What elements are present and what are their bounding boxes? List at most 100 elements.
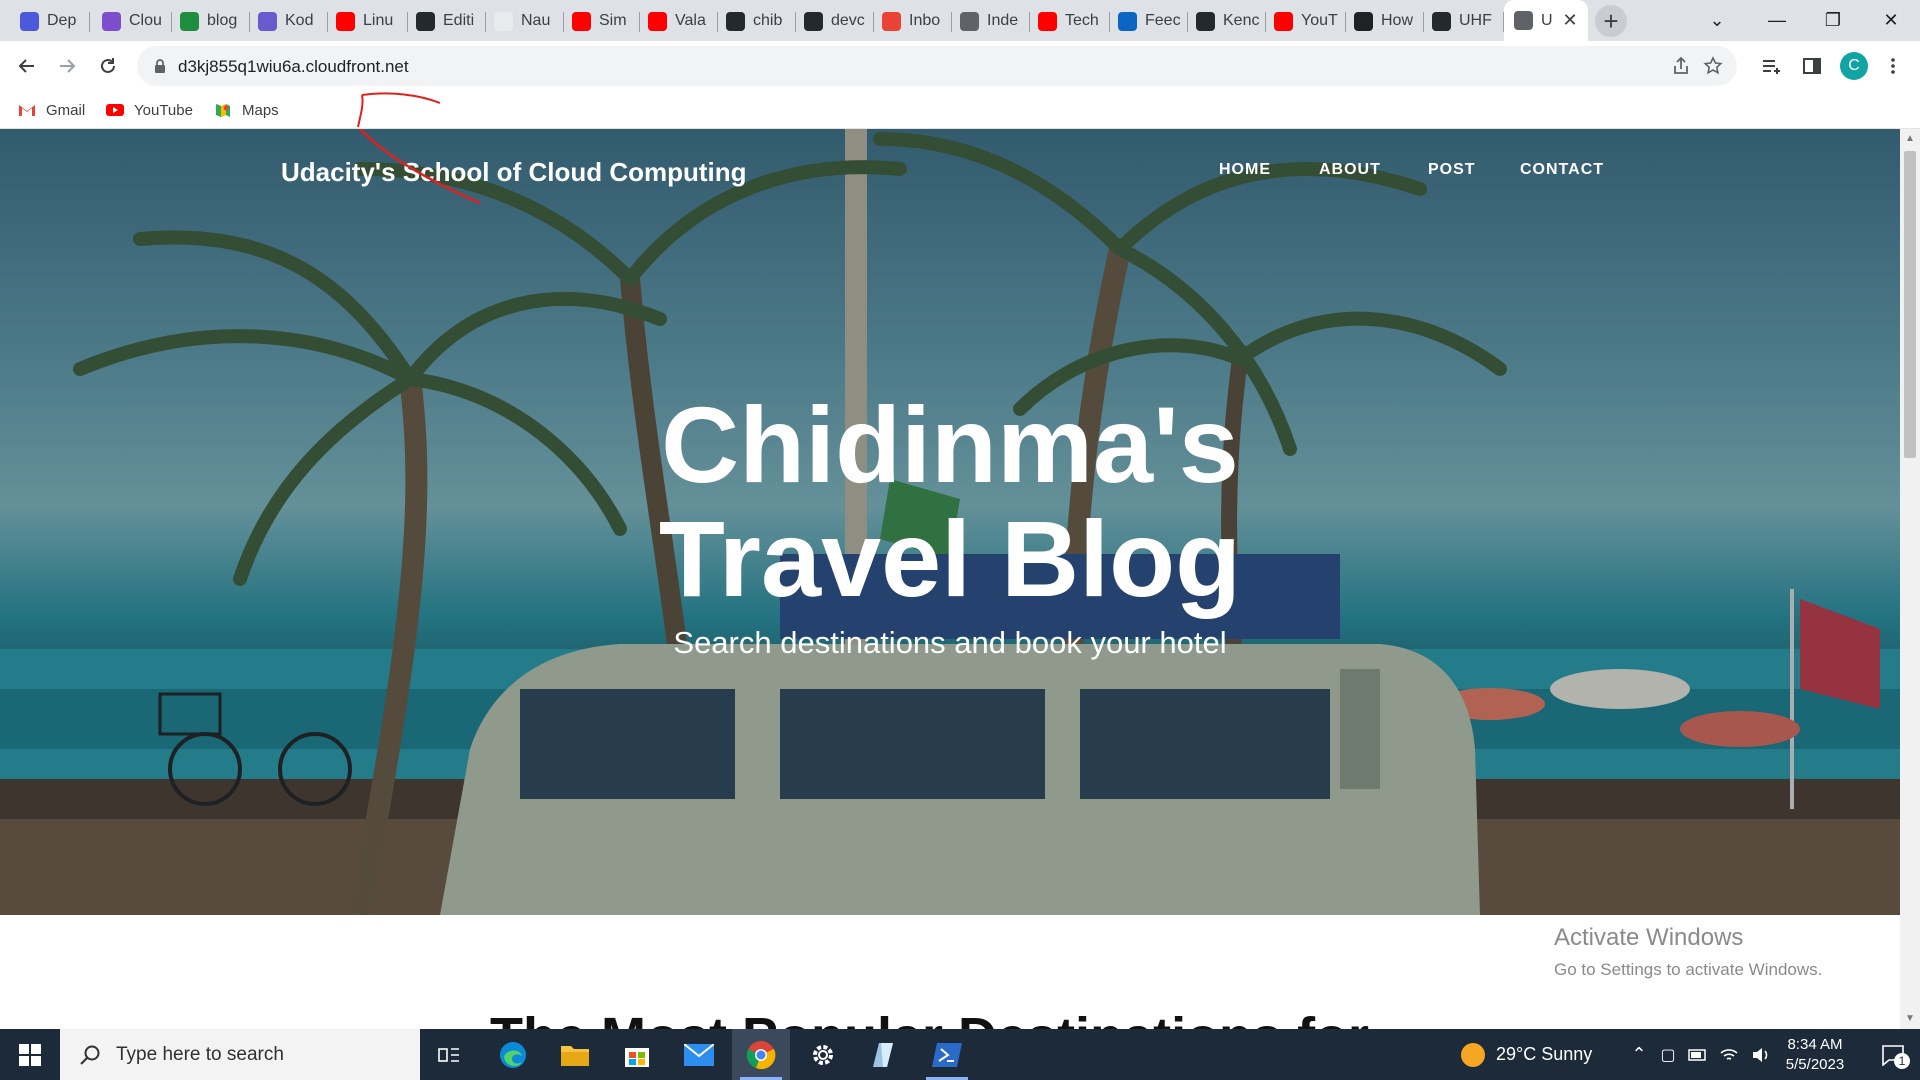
blog-icon [180,11,199,31]
tab-label: Nau [521,12,551,29]
taskbar-settings[interactable] [794,1029,852,1080]
bookmark-label: YouTube [134,101,193,119]
browser-tab[interactable]: UHF [1424,6,1504,36]
bookmark-youtube[interactable]: YouTube [106,99,193,121]
taskbar-notes-app[interactable] [856,1029,914,1080]
close-window-button[interactable]: ✕ [1864,0,1918,41]
browser-tab[interactable]: Clou [94,6,172,36]
browser-tab[interactable]: blog [172,6,250,36]
new-tab-button[interactable]: + [1595,5,1627,37]
browser-tab[interactable]: Tech [1030,6,1110,36]
browser-tab[interactable]: Editi [408,6,486,36]
bookmark-gmail[interactable]: Gmail [18,99,85,121]
github-icon [726,11,745,31]
browser-tab[interactable]: Sim [564,6,640,36]
taskbar-edge[interactable] [484,1029,542,1080]
vertical-scrollbar[interactable]: ▲ ▼ [1900,129,1920,1029]
browser-toolbar: d3kj855q1wiu6a.cloudfront.net C [0,41,1920,91]
task-view-button[interactable] [420,1029,478,1080]
browser-tab[interactable]: Feec [1110,6,1188,36]
bookmark-star-button[interactable] [1702,55,1724,77]
weather-widget[interactable]: 29°C Sunny [1460,1029,1592,1080]
browser-tab[interactable]: Dep [12,6,90,36]
github-icon [1432,11,1451,31]
tab-label: Vala [675,12,706,29]
browser-tab[interactable]: Inbo [874,6,952,36]
notes-app-icon [873,1042,893,1067]
reload-icon [101,58,115,73]
red-arrow-annotation-tail [358,129,481,205]
menu-button[interactable] [1876,49,1910,83]
udacity-icon [20,11,39,31]
nav-home[interactable]: HOME [1219,161,1271,179]
side-panel-button[interactable] [1795,49,1829,83]
taskbar-chrome[interactable] [732,1029,790,1080]
hero-section: Udacity's School of Cloud Computing HOME… [0,129,1900,915]
browser-tab[interactable]: Kenc [1188,6,1266,36]
scrollbar-thumb[interactable] [1904,151,1916,458]
start-button[interactable] [0,1029,60,1080]
share-button[interactable] [1670,55,1692,77]
taskbar-store[interactable] [608,1029,666,1080]
youtube-icon [106,104,124,116]
close-tab-icon[interactable]: ✕ [1560,10,1580,30]
scroll-up-arrow-icon[interactable]: ▲ [1904,133,1916,145]
browser-tab[interactable]: Inde [952,6,1030,36]
profile-avatar[interactable]: C [1840,52,1868,80]
tab-label: chib [753,12,783,29]
activate-windows-watermark: Activate Windows Go to Settings to activ… [1554,924,1822,980]
section-heading-text: The Most Popular Destinations for Solo [490,1007,1470,1029]
search-placeholder: Type here to search [116,1043,284,1065]
forward-button[interactable] [50,49,84,83]
device-icon[interactable]: ▢ [1653,1045,1683,1065]
reload-button[interactable] [91,49,125,83]
notification-center-button[interactable]: 1 [1866,1029,1920,1080]
battery-icon[interactable] [1688,1048,1708,1062]
browser-tab[interactable]: How [1346,6,1424,36]
wifi-icon[interactable] [1719,1047,1739,1063]
system-clock[interactable]: 8:34 AM 5/5/2023 [1770,1035,1860,1075]
github-icon [804,11,823,31]
browser-tab[interactable]: Nau [486,6,564,36]
gmail-icon [19,105,35,116]
browser-tab[interactable]: Kod [250,6,328,36]
bookmark-maps[interactable]: Maps [214,99,279,121]
tab-label: How [1381,12,1414,29]
store-icon [625,1047,649,1067]
weather-text: 29°C Sunny [1496,1044,1593,1064]
tab-search-button[interactable]: ⌄ [1690,0,1744,41]
site-title[interactable]: Udacity's School of Cloud Computing [281,157,747,188]
github-icon [1196,11,1215,31]
browser-tab[interactable]: U ✕ [1504,0,1588,41]
star-icon [1703,56,1723,75]
taskbar-mail[interactable] [670,1029,728,1080]
maps-icon [216,104,230,117]
browser-tab[interactable]: chib [718,6,796,36]
tab-label: Sim [599,12,627,29]
nav-about[interactable]: ABOUT [1319,161,1381,179]
taskbar-search-box[interactable]: Type here to search [60,1029,420,1080]
browser-tab[interactable]: devc [796,6,874,36]
chrome-icon [746,1040,776,1069]
taskbar-file-explorer[interactable] [546,1029,604,1080]
address-bar[interactable]: d3kj855q1wiu6a.cloudfront.net [137,46,1737,86]
search-icon [80,1045,100,1065]
speaker-icon[interactable] [1751,1047,1771,1063]
nav-post[interactable]: POST [1428,161,1476,179]
bookmarks-bar: Gmail YouTube Maps [0,91,1920,129]
tab-label: Kenc [1223,12,1260,29]
taskbar-powershell[interactable] [918,1029,976,1080]
browser-tab[interactable]: Linu [328,6,408,36]
watermark-title: Activate Windows [1554,924,1744,951]
browser-tab[interactable]: YouT [1266,6,1346,36]
reading-list-button[interactable] [1754,49,1788,83]
browser-tab[interactable]: Vala [640,6,718,36]
nav-contact[interactable]: CONTACT [1520,161,1604,179]
minimize-button[interactable]: — [1750,0,1804,41]
hero-headline-line2: Travel Blog [658,498,1242,619]
folder-icon [561,1045,589,1066]
maximize-button[interactable]: ❐ [1806,0,1860,41]
chevron-up-icon[interactable]: ⌃ [1625,1044,1653,1065]
back-button[interactable] [10,49,44,83]
scroll-down-arrow-icon[interactable]: ▼ [1904,1013,1916,1025]
